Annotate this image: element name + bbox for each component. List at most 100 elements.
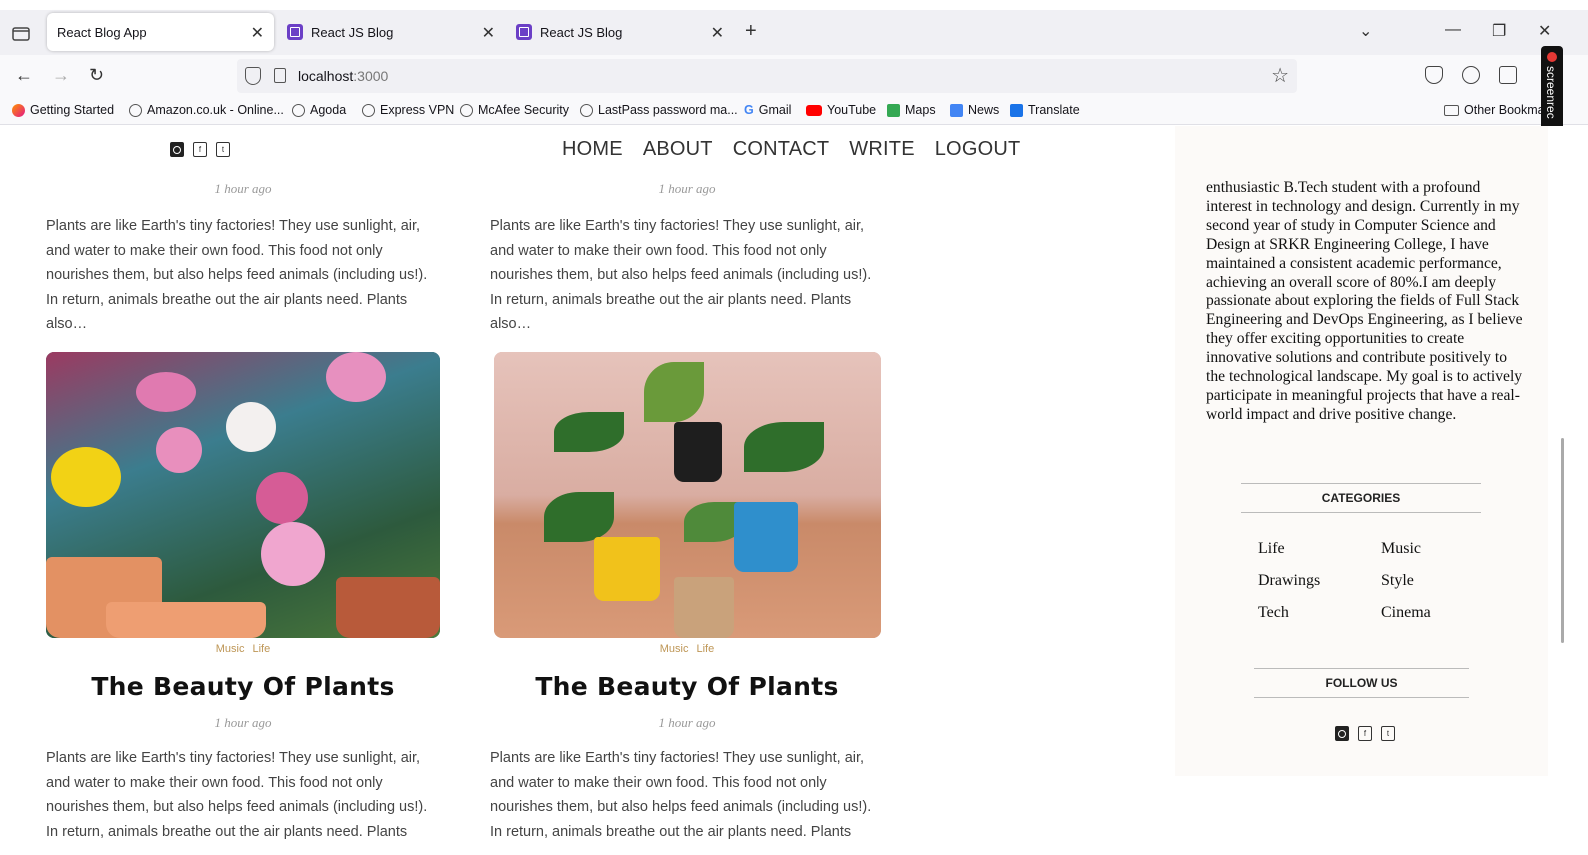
close-tab-icon[interactable]: ✕ [711,23,724,43]
news-icon [950,103,963,117]
instagram-icon[interactable] [170,142,184,157]
post-category[interactable]: Life [696,643,714,655]
bookmark-agoda[interactable]: Agoda [292,103,346,117]
other-bookmarks[interactable]: Other Bookma [1444,103,1545,117]
category-item[interactable]: Drawings [1258,572,1381,590]
bookmark-lastpass[interactable]: LastPass password ma... [580,103,738,117]
folder-icon [1444,104,1459,116]
bookmark-express-vpn[interactable]: Express VPN [362,103,454,117]
post-category[interactable]: Music [216,643,245,655]
post-title[interactable]: The Beauty Of Plants [46,672,440,701]
globe-icon [362,103,375,117]
category-item[interactable]: Tech [1258,604,1381,622]
page-icon[interactable] [274,68,286,83]
sidebar-social-links: f t [1335,726,1395,741]
new-tab-icon[interactable]: + [745,20,757,43]
minimize-icon[interactable]: — [1445,21,1461,39]
screenrec-label: screenrec [1544,66,1558,119]
twitter-icon[interactable]: t [1381,726,1395,741]
post-card[interactable]: 1 hour ago Plants are like Earth's tiny … [46,181,440,337]
menu-about[interactable]: ABOUT [643,138,713,161]
post-categories: Music Life [490,643,884,655]
sidebar: enthusiastic B.Tech student with a profo… [1175,126,1548,776]
bookmark-translate[interactable]: Translate [1010,103,1080,117]
close-tab-icon[interactable]: ✕ [482,23,495,43]
tab-react-js-blog-2[interactable]: React JS Blog ✕ [516,13,734,51]
post-description: Plants are like Earth's tiny factories! … [490,218,872,332]
firefox-icon [12,103,25,117]
bookmark-maps[interactable]: Maps [887,103,936,117]
bookmark-gmail[interactable]: G Gmail [744,103,791,117]
post-date: 1 hour ago [658,715,716,730]
header-social-links: f t [170,142,230,157]
restore-icon[interactable]: ❐ [1492,21,1506,41]
menu-write[interactable]: WRITE [849,138,914,161]
categories-title: CATEGORIES [1241,483,1481,513]
category-item[interactable]: Life [1258,540,1381,558]
post-image-plants[interactable] [494,352,881,638]
tab-list-icon[interactable] [10,22,32,44]
bookmark-mcafee[interactable]: McAfee Security [460,103,569,117]
main-menu: HOME ABOUT CONTACT WRITE LOGOUT [562,138,1040,161]
back-icon[interactable]: ← [15,65,33,86]
post-description: Plants are like Earth's tiny factories! … [46,218,428,332]
twitter-icon[interactable]: t [216,142,230,157]
post-description: Plants are like Earth's tiny factories! … [490,750,872,840]
reload-icon[interactable]: ↻ [89,65,104,86]
account-icon[interactable] [1462,66,1480,84]
post-category[interactable]: Life [252,643,270,655]
url-text[interactable]: localhost:3000 [298,68,388,84]
maps-icon [887,103,900,117]
category-item[interactable]: Music [1381,540,1504,558]
close-window-icon[interactable]: ✕ [1538,21,1551,41]
follow-us-title: FOLLOW US [1254,668,1469,698]
globe-icon [460,103,473,117]
pocket-icon[interactable] [1425,66,1443,84]
tab-strip: React Blog App ✕ React JS Blog ✕ React J… [0,10,1588,55]
chevron-down-icon[interactable]: ⌄ [1359,21,1372,41]
bookmark-amazon[interactable]: Amazon.co.uk - Online... [129,103,284,117]
post-title[interactable]: The Beauty Of Plants [490,672,884,701]
category-item[interactable]: Style [1381,572,1504,590]
tab-react-blog-app[interactable]: React Blog App ✕ [47,13,274,51]
bookmark-getting-started[interactable]: Getting Started [12,103,114,117]
facebook-icon[interactable]: f [193,142,207,157]
scrollbar-thumb[interactable] [1561,438,1564,643]
post-date: 1 hour ago [214,181,272,196]
category-item[interactable]: Cinema [1381,604,1504,622]
globe-icon [129,103,142,117]
about-text: enthusiastic B.Tech student with a profo… [1206,179,1523,423]
menu-logout[interactable]: LOGOUT [935,138,1021,161]
tab-favicon-icon [516,24,532,40]
post-image-flowers[interactable] [46,352,440,638]
address-bar[interactable]: localhost:3000 ☆ [237,59,1297,93]
tab-title: React Blog App [57,24,147,40]
post-card[interactable]: 1 hour ago Plants are like Earth's tiny … [490,181,884,337]
forward-icon[interactable]: → [52,65,70,86]
shield-icon[interactable] [245,67,261,85]
instagram-icon[interactable] [1335,726,1349,741]
post-card[interactable]: Music Life The Beauty Of Plants 1 hour ag… [490,352,884,842]
close-tab-icon[interactable]: ✕ [251,23,264,43]
post-card[interactable]: Music Life The Beauty Of Plants 1 hour ag… [46,352,440,842]
tab-title: React JS Blog [540,24,623,40]
post-date: 1 hour ago [658,181,716,196]
globe-icon [580,103,593,117]
menu-home[interactable]: HOME [562,138,623,161]
extensions-icon[interactable] [1499,66,1517,84]
post-category[interactable]: Music [660,643,689,655]
bookmark-star-icon[interactable]: ☆ [1271,63,1289,88]
menu-contact[interactable]: CONTACT [733,138,830,161]
facebook-icon[interactable]: f [1358,726,1372,741]
bookmark-news[interactable]: News [950,103,999,117]
post-date: 1 hour ago [214,715,272,730]
bookmarks-bar: Getting Started Amazon.co.uk - Online...… [0,97,1588,125]
categories-list: Life Music Drawings Style Tech Cinema [1258,540,1508,622]
nav-toolbar: ← → ↻ localhost:3000 ☆ [0,55,1588,97]
translate-icon [1010,103,1023,117]
record-dot-icon [1547,52,1557,62]
page-content: f t HOME ABOUT CONTACT WRITE LOGOUT 1 ho… [0,126,1588,842]
bookmark-youtube[interactable]: YouTube [806,103,876,117]
post-description: Plants are like Earth's tiny factories! … [46,750,428,840]
tab-react-js-blog-1[interactable]: React JS Blog ✕ [287,13,505,51]
